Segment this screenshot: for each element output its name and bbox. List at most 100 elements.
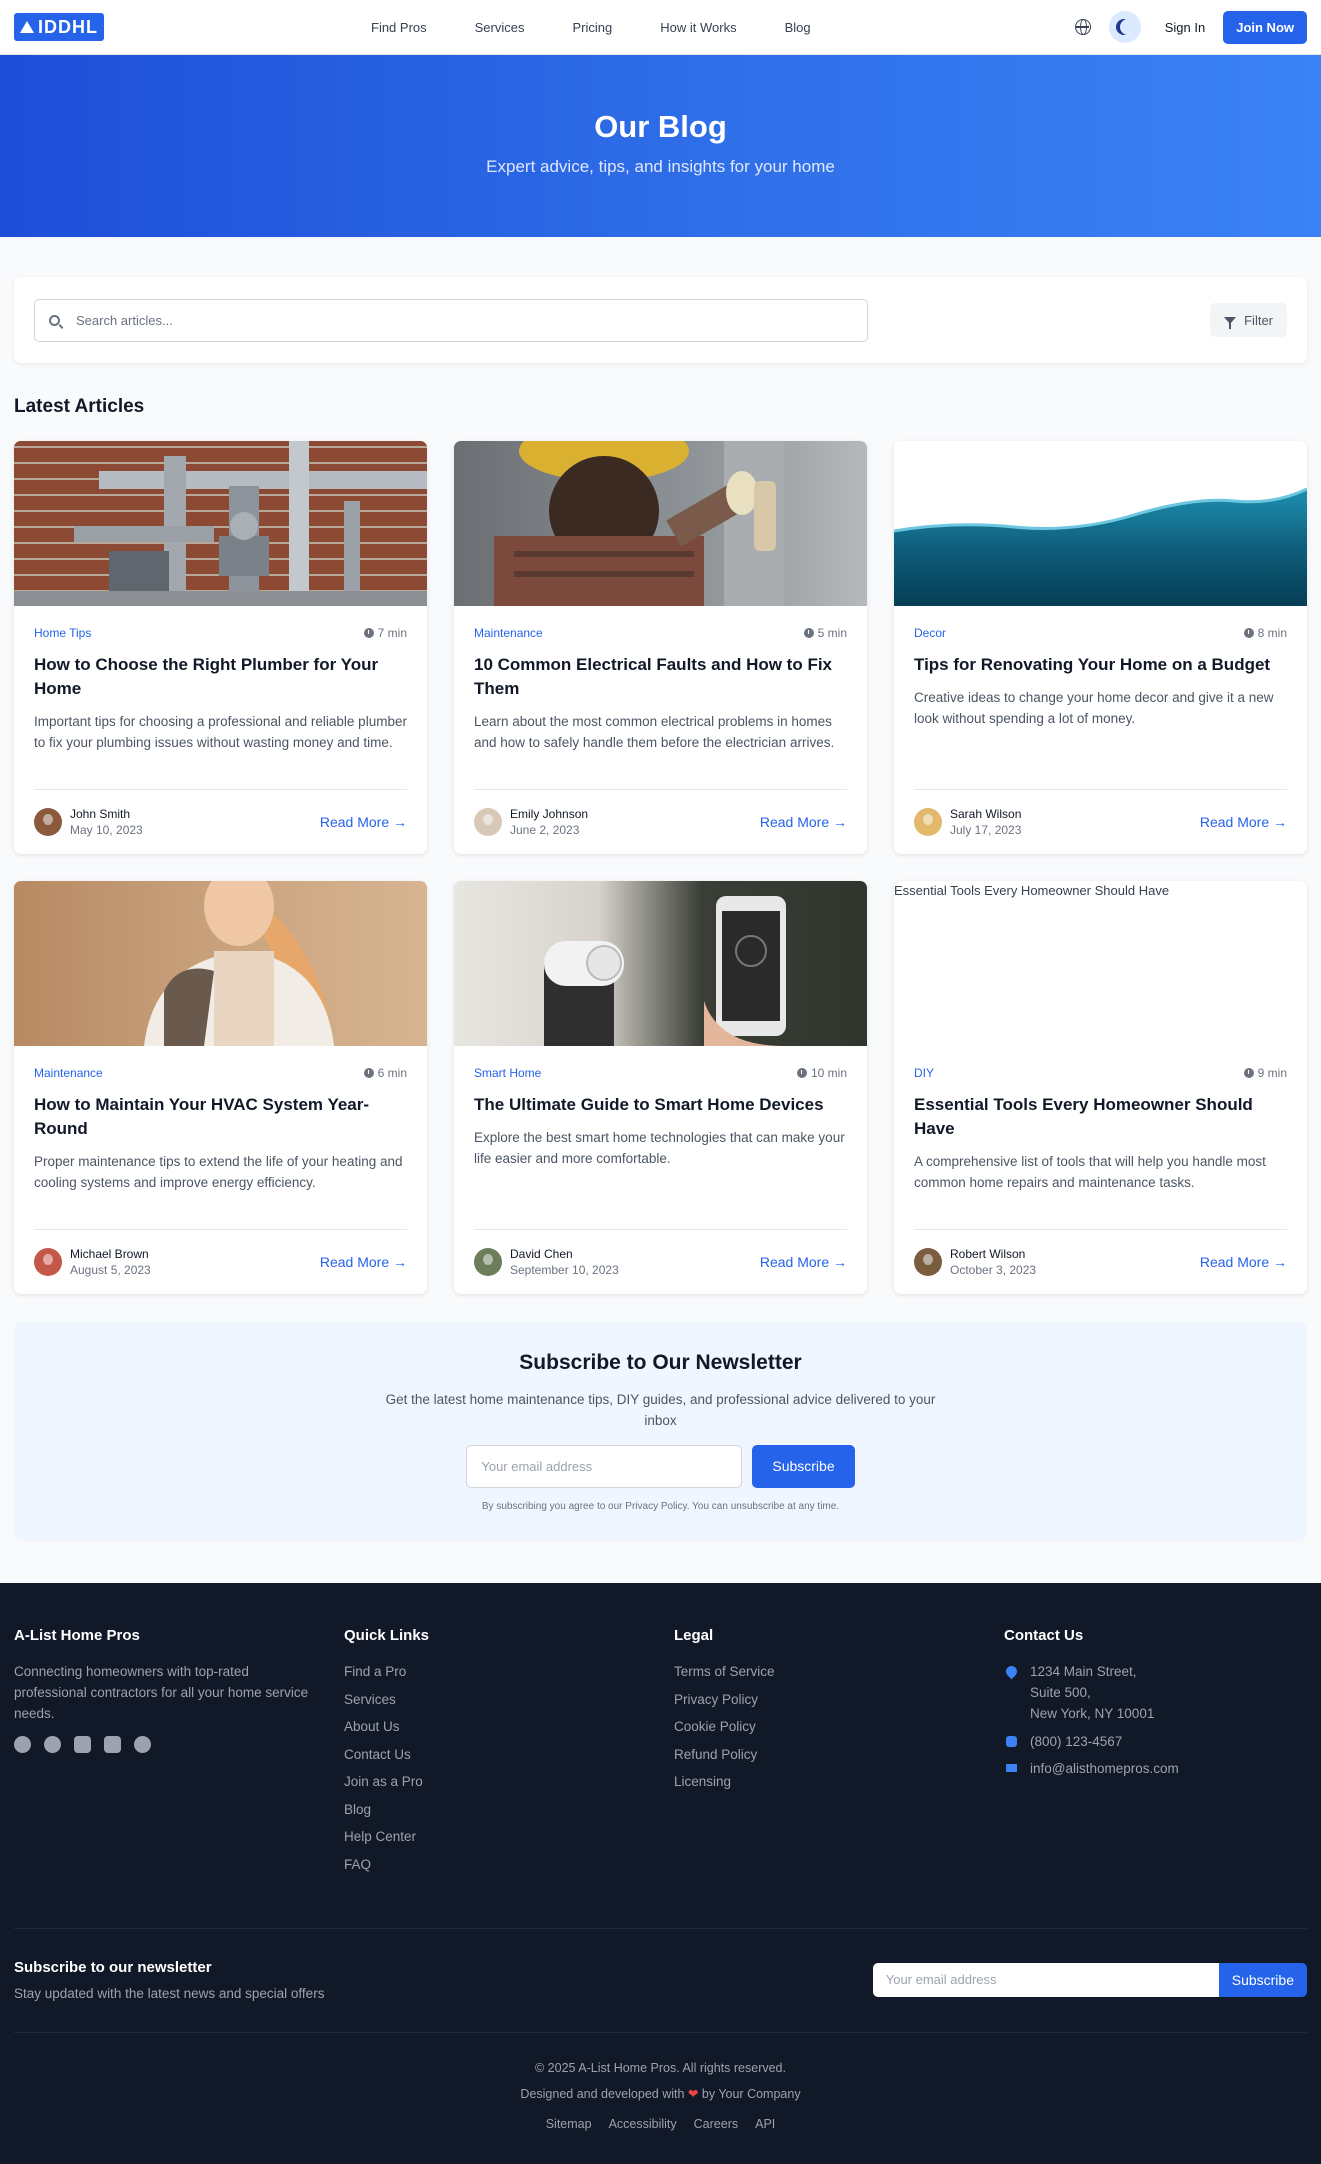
article-card[interactable]: Essential Tools Every Homeowner Should H…: [894, 881, 1307, 1294]
footer-newsletter-subtitle: Stay updated with the latest news and sp…: [14, 1986, 325, 2001]
footer-link-api[interactable]: API: [755, 2117, 775, 2131]
read-more-link[interactable]: Read More →: [760, 814, 847, 830]
instagram-icon[interactable]: [74, 1736, 91, 1753]
nav-services[interactable]: Services: [475, 20, 525, 35]
article-title[interactable]: How to Maintain Your HVAC System Year-Ro…: [34, 1093, 407, 1141]
article-footer: Michael Brown August 5, 2023 Read More →: [34, 1229, 407, 1294]
image-alt-text: Essential Tools Every Homeowner Should H…: [894, 883, 1170, 898]
footer-link-help-center[interactable]: Help Center: [344, 1826, 674, 1847]
footer-link-refund[interactable]: Refund Policy: [674, 1744, 1004, 1765]
read-more-link[interactable]: Read More →: [320, 814, 407, 830]
article-card[interactable]: Maintenance 6 min How to Maintain Your H…: [14, 881, 427, 1294]
hero-banner: Our Blog Expert advice, tips, and insigh…: [0, 55, 1321, 237]
article-title[interactable]: The Ultimate Guide to Smart Home Devices: [474, 1093, 847, 1117]
read-time-value: 8 min: [1257, 626, 1287, 640]
footer-link-accessibility[interactable]: Accessibility: [609, 2117, 677, 2131]
newsletter-email-input[interactable]: Your email address: [466, 1445, 743, 1488]
water-wave-illustration: [894, 487, 1307, 606]
designed-prefix: Designed and developed with: [520, 2087, 685, 2101]
smart-device-illustration: [544, 896, 786, 1046]
sign-in-link[interactable]: Sign In: [1165, 20, 1205, 35]
newsletter-section: Subscribe to Our Newsletter Get the late…: [14, 1322, 1307, 1541]
footer-link-services[interactable]: Services: [344, 1689, 674, 1710]
read-more-link[interactable]: Read More →: [760, 1254, 847, 1270]
main-nav: Find Pros Services Pricing How it Works …: [371, 20, 859, 35]
footer-link-join-as-a-pro[interactable]: Join as a Pro: [344, 1771, 674, 1792]
site-logo[interactable]: IDDHL: [14, 13, 104, 41]
nav-blog[interactable]: Blog: [785, 20, 811, 35]
address-line-3: New York, NY 10001: [1030, 1706, 1155, 1721]
logo-text: IDDHL: [38, 16, 98, 37]
search-input[interactable]: Search articles...: [34, 298, 868, 342]
article-excerpt: Learn about the most common electrical p…: [474, 714, 835, 750]
newsletter-subscribe-button[interactable]: Subscribe: [752, 1445, 855, 1488]
article-category[interactable]: Maintenance: [474, 626, 543, 640]
article-title[interactable]: 10 Common Electrical Faults and How to F…: [474, 653, 847, 701]
footer-link-sitemap[interactable]: Sitemap: [546, 2117, 592, 2131]
article-category[interactable]: Decor: [914, 626, 946, 640]
article-category[interactable]: Maintenance: [34, 1066, 103, 1080]
nav-pricing[interactable]: Pricing: [573, 20, 613, 35]
email-address[interactable]: info@alisthomepros.com: [1030, 1758, 1179, 1779]
footer-email-input[interactable]: Your email address: [872, 1963, 1219, 1997]
article-category[interactable]: Smart Home: [474, 1066, 541, 1080]
page-title: Our Blog: [594, 109, 727, 144]
article-card[interactable]: Decor 8 min Tips for Renovating Your Hom…: [894, 441, 1307, 854]
join-now-button[interactable]: Join Now: [1223, 10, 1307, 44]
footer-link-about-us[interactable]: About Us: [344, 1716, 674, 1737]
filter-label: Filter: [1244, 312, 1273, 328]
footer-link-cookie[interactable]: Cookie Policy: [674, 1716, 1004, 1737]
read-more-link[interactable]: Read More →: [320, 1254, 407, 1270]
read-time: 5 min: [803, 626, 847, 640]
read-time-value: 10 min: [810, 1066, 847, 1080]
read-more-link[interactable]: Read More →: [1200, 1254, 1287, 1270]
article-category[interactable]: DIY: [914, 1066, 934, 1080]
social-links: [14, 1736, 344, 1753]
globe-icon[interactable]: [1074, 19, 1091, 35]
phone-number[interactable]: (800) 123-4567: [1030, 1731, 1122, 1752]
electrician-illustration: [494, 441, 784, 606]
footer-link-licensing[interactable]: Licensing: [674, 1771, 1004, 1792]
avatar: [914, 808, 942, 836]
footer-link-find-a-pro[interactable]: Find a Pro: [344, 1661, 674, 1682]
nav-find-pros[interactable]: Find Pros: [371, 20, 427, 35]
contact-email: info@alisthomepros.com: [1004, 1758, 1307, 1779]
footer-link-terms[interactable]: Terms of Service: [674, 1661, 1004, 1682]
nav-how-it-works[interactable]: How it Works: [660, 20, 736, 35]
article-excerpt: A comprehensive list of tools that will …: [914, 1154, 1266, 1190]
theme-toggle-button[interactable]: [1108, 11, 1141, 43]
read-time-value: 7 min: [377, 626, 407, 640]
article-title[interactable]: Tips for Renovating Your Home on a Budge…: [914, 653, 1287, 677]
filter-button[interactable]: Filter: [1210, 303, 1287, 337]
footer-link-careers[interactable]: Careers: [694, 2117, 738, 2131]
linkedin-icon[interactable]: [104, 1736, 121, 1753]
article-image-broken: Essential Tools Every Homeowner Should H…: [894, 881, 1307, 1046]
facebook-icon[interactable]: [14, 1736, 31, 1753]
heart-icon: ❤: [687, 2087, 699, 2101]
footer-link-faq[interactable]: FAQ: [344, 1854, 674, 1875]
article-card[interactable]: Smart Home 10 min The Ultimate Guide to …: [454, 881, 867, 1294]
article-card[interactable]: Home Tips 7 min How to Choose the Right …: [14, 441, 427, 854]
article-date: September 10, 2023: [510, 1263, 619, 1277]
article-category[interactable]: Home Tips: [34, 626, 91, 640]
read-time: 8 min: [1243, 626, 1287, 640]
newsletter-title: Subscribe to Our Newsletter: [519, 1351, 802, 1374]
read-more-link[interactable]: Read More →: [1200, 814, 1287, 830]
article-image: [454, 881, 867, 1046]
author-name: John Smith: [70, 807, 131, 821]
footer-brand-name: A-List Home Pros: [14, 1627, 140, 1644]
article-title[interactable]: Essential Tools Every Homeowner Should H…: [914, 1093, 1287, 1141]
avatar: [34, 1248, 62, 1276]
footer-link-blog[interactable]: Blog: [344, 1799, 674, 1820]
article-date: October 3, 2023: [950, 1263, 1037, 1277]
footer-subscribe-button[interactable]: Subscribe: [1218, 1963, 1307, 1997]
footer-link-contact-us[interactable]: Contact Us: [344, 1744, 674, 1765]
search-panel: Search articles... Filter: [14, 277, 1307, 363]
article-card[interactable]: Maintenance 5 min 10 Common Electrical F…: [454, 441, 867, 854]
site-footer: A-List Home Pros Connecting homeowners w…: [0, 1583, 1321, 2164]
youtube-icon[interactable]: [134, 1736, 151, 1753]
twitter-icon[interactable]: [44, 1736, 61, 1753]
article-excerpt: Explore the best smart home technologies…: [474, 1130, 845, 1166]
article-title[interactable]: How to Choose the Right Plumber for Your…: [34, 653, 407, 701]
footer-link-privacy[interactable]: Privacy Policy: [674, 1689, 1004, 1710]
